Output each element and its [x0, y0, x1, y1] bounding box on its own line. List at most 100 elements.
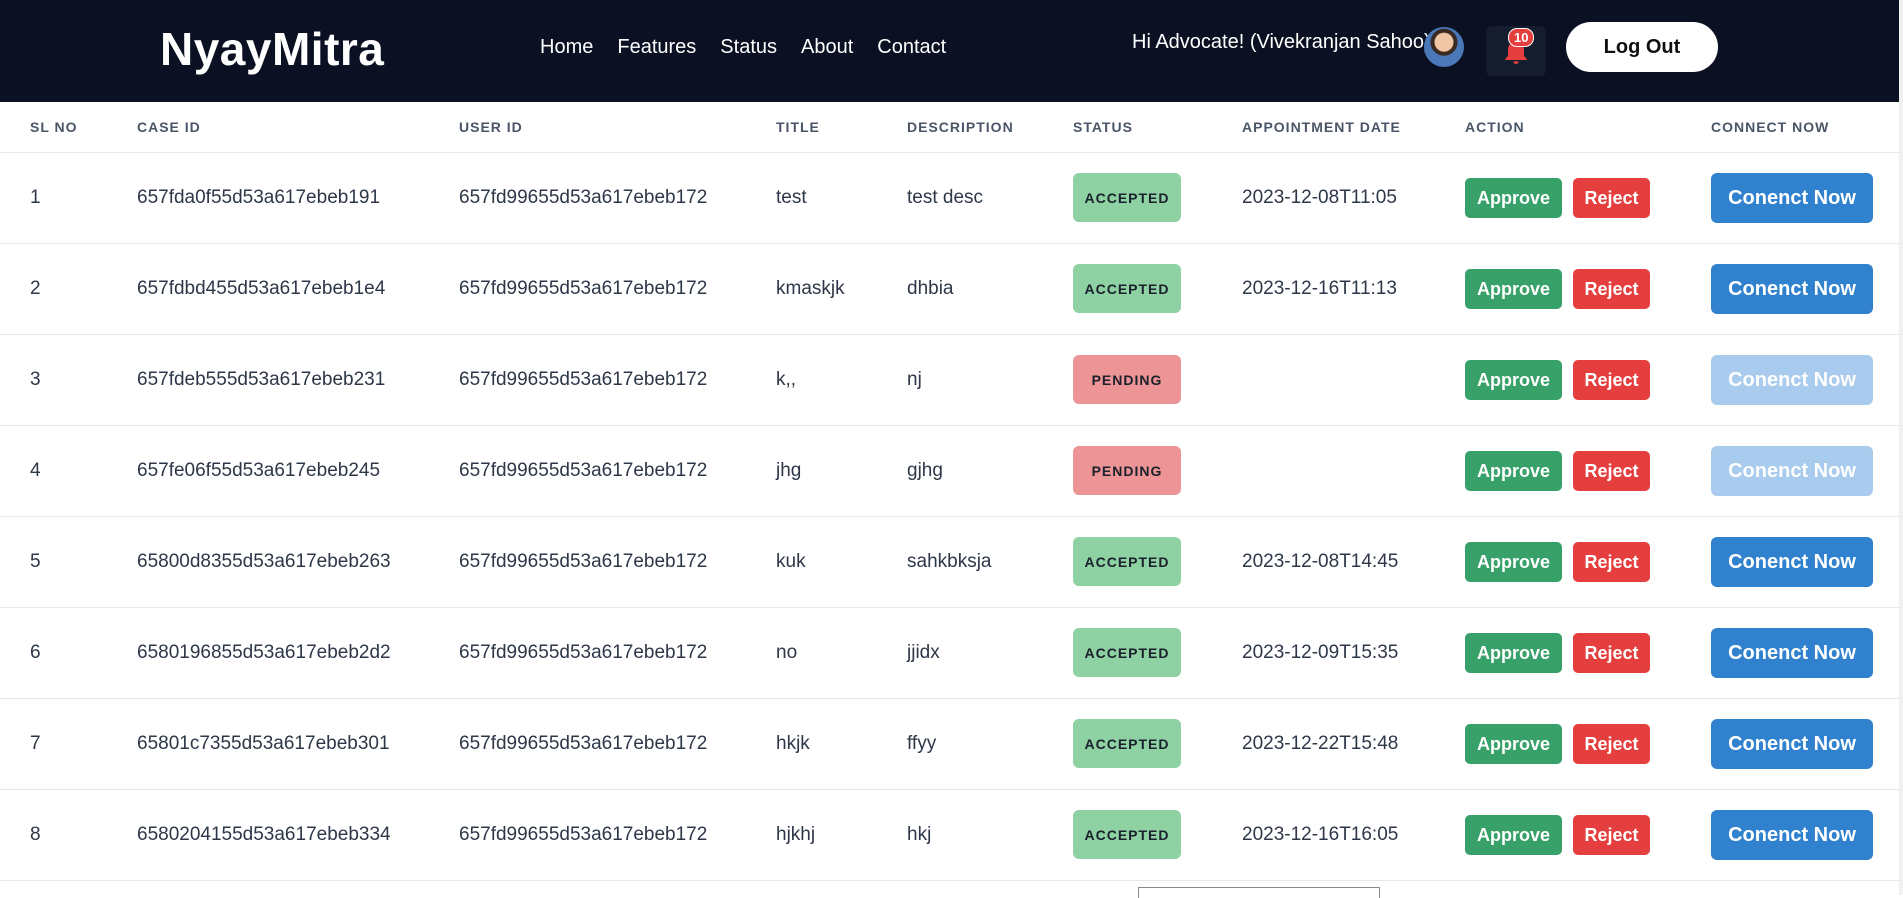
- reject-button[interactable]: Reject: [1573, 360, 1650, 400]
- cell-appointment-date: 2023-12-09T15:35: [1242, 642, 1399, 663]
- header-connect-now: CONNECT NOW: [1711, 119, 1830, 135]
- header-case-id: CASE ID: [137, 119, 201, 135]
- table-row: 5 65800d8355d53a617ebeb263 657fd99655d53a6…: [0, 517, 1899, 608]
- approve-button[interactable]: Approve: [1465, 542, 1562, 582]
- reject-button[interactable]: Reject: [1573, 815, 1650, 855]
- cell-case-id: 65801c7355d53a617ebeb301: [137, 733, 390, 754]
- cell-description: hkj: [907, 824, 932, 845]
- logout-button[interactable]: Log Out: [1566, 22, 1718, 72]
- status-badge: ACCEPTED: [1073, 719, 1181, 768]
- reject-button[interactable]: Reject: [1573, 269, 1650, 309]
- reject-button[interactable]: Reject: [1573, 542, 1650, 582]
- status-badge: ACCEPTED: [1073, 537, 1181, 586]
- table-row: 3 657fdeb555d53a617ebeb231 657fd99655d53a6…: [0, 335, 1899, 426]
- reject-button[interactable]: Reject: [1573, 633, 1650, 673]
- approve-button[interactable]: Approve: [1465, 724, 1562, 764]
- status-badge: ACCEPTED: [1073, 810, 1181, 859]
- status-badge: PENDING: [1073, 355, 1181, 404]
- cell-sl-no: 2: [30, 278, 41, 299]
- connect-now-button[interactable]: Conenct Now: [1711, 719, 1873, 769]
- cell-sl-no: 8: [30, 824, 41, 845]
- vertical-scrollbar[interactable]: [1899, 0, 1903, 895]
- cell-title: test: [776, 187, 807, 208]
- connect-now-button[interactable]: Conenct Now: [1711, 264, 1873, 314]
- status-badge: PENDING: [1073, 446, 1181, 495]
- cell-sl-no: 6: [30, 642, 41, 663]
- approve-button[interactable]: Approve: [1465, 360, 1562, 400]
- cell-user-id: 657fd99655d53a617ebeb172: [459, 551, 708, 572]
- table-row: 1 657fda0f55d53a617ebeb191 657fd99655d53a6…: [0, 153, 1899, 244]
- brand-logo[interactable]: NyayMitra: [160, 22, 384, 76]
- cell-appointment-date: 2023-12-22T15:48: [1242, 733, 1399, 754]
- horizontal-scrollbar[interactable]: [1138, 887, 1380, 898]
- cell-user-id: 657fd99655d53a617ebeb172: [459, 733, 708, 754]
- connect-now-button[interactable]: Conenct Now: [1711, 628, 1873, 678]
- notification-count-badge: 10: [1508, 28, 1535, 47]
- notification-button[interactable]: 10: [1486, 26, 1546, 76]
- nav-link-about[interactable]: About: [801, 36, 853, 59]
- cell-description: ffyy: [907, 733, 937, 754]
- navbar: NyayMitra Home Features Status About Con…: [0, 0, 1899, 102]
- cell-user-id: 657fd99655d53a617ebeb172: [459, 369, 708, 390]
- user-avatar[interactable]: [1424, 27, 1464, 67]
- cell-description: sahkbksja: [907, 551, 992, 572]
- table-body: 1 657fda0f55d53a617ebeb191 657fd99655d53a6…: [0, 153, 1899, 881]
- connect-now-button[interactable]: Conenct Now: [1711, 810, 1873, 860]
- approve-button[interactable]: Approve: [1465, 815, 1562, 855]
- table-row: 4 657fe06f55d53a617ebeb245 657fd99655d53a6…: [0, 426, 1899, 517]
- cell-description: jjidx: [907, 642, 940, 663]
- nav-link-contact[interactable]: Contact: [877, 36, 946, 59]
- cell-description: test desc: [907, 187, 984, 208]
- cell-description: dhbia: [907, 278, 954, 299]
- cell-sl-no: 1: [30, 187, 41, 208]
- cell-title: no: [776, 642, 798, 663]
- header-action: ACTION: [1465, 119, 1525, 135]
- cases-table: SL NO CASE ID USER ID TITLE DESCRIPTION …: [0, 102, 1899, 881]
- header-title: TITLE: [776, 119, 820, 135]
- connect-now-button: Conenct Now: [1711, 355, 1873, 405]
- nav-link-status[interactable]: Status: [720, 36, 777, 59]
- nav-links: Home Features Status About Contact: [540, 36, 970, 59]
- header-appointment-date: APPOINTMENT DATE: [1242, 119, 1401, 135]
- cell-case-id: 657fdbd455d53a617ebeb1e4: [137, 278, 386, 299]
- cell-appointment-date: 2023-12-16T16:05: [1242, 824, 1399, 845]
- cell-title: hkjk: [776, 733, 810, 754]
- user-greeting: Hi Advocate! (Vivekranjan Sahoo): [1132, 31, 1431, 53]
- connect-now-button[interactable]: Conenct Now: [1711, 537, 1873, 587]
- connect-now-button[interactable]: Conenct Now: [1711, 173, 1873, 223]
- cell-case-id: 657fda0f55d53a617ebeb191: [137, 187, 381, 208]
- cell-user-id: 657fd99655d53a617ebeb172: [459, 824, 708, 845]
- nav-link-home[interactable]: Home: [540, 36, 593, 59]
- table-row: 7 65801c7355d53a617ebeb301 657fd99655d53a6…: [0, 699, 1899, 790]
- cell-title: kmaskjk: [776, 278, 845, 299]
- cell-appointment-date: 2023-12-08T11:05: [1242, 187, 1397, 208]
- header-sl-no: SL NO: [30, 119, 78, 135]
- cell-title: hjkhj: [776, 824, 816, 845]
- reject-button[interactable]: Reject: [1573, 724, 1650, 764]
- cell-user-id: 657fd99655d53a617ebeb172: [459, 642, 708, 663]
- cell-sl-no: 7: [30, 733, 41, 754]
- reject-button[interactable]: Reject: [1573, 178, 1650, 218]
- header-status: STATUS: [1073, 119, 1133, 135]
- cell-user-id: 657fd99655d53a617ebeb172: [459, 187, 708, 208]
- cell-description: gjhg: [907, 460, 943, 481]
- connect-now-button: Conenct Now: [1711, 446, 1873, 496]
- approve-button[interactable]: Approve: [1465, 451, 1562, 491]
- cell-user-id: 657fd99655d53a617ebeb172: [459, 460, 708, 481]
- cell-appointment-date: 2023-12-16T11:13: [1242, 278, 1397, 299]
- cell-case-id: 65800d8355d53a617ebeb263: [137, 551, 391, 572]
- cell-user-id: 657fd99655d53a617ebeb172: [459, 278, 708, 299]
- status-badge: ACCEPTED: [1073, 628, 1181, 677]
- cell-title: jhg: [776, 460, 802, 481]
- cell-sl-no: 4: [30, 460, 41, 481]
- table-row: 8 6580204155d53a617ebeb334 657fd99655d53a6…: [0, 790, 1899, 881]
- approve-button[interactable]: Approve: [1465, 633, 1562, 673]
- approve-button[interactable]: Approve: [1465, 269, 1562, 309]
- approve-button[interactable]: Approve: [1465, 178, 1562, 218]
- nav-link-features[interactable]: Features: [617, 36, 696, 59]
- cell-appointment-date: 2023-12-08T14:45: [1242, 551, 1399, 572]
- cell-description: nj: [907, 369, 922, 390]
- status-badge: ACCEPTED: [1073, 173, 1181, 222]
- reject-button[interactable]: Reject: [1573, 451, 1650, 491]
- status-badge: ACCEPTED: [1073, 264, 1181, 313]
